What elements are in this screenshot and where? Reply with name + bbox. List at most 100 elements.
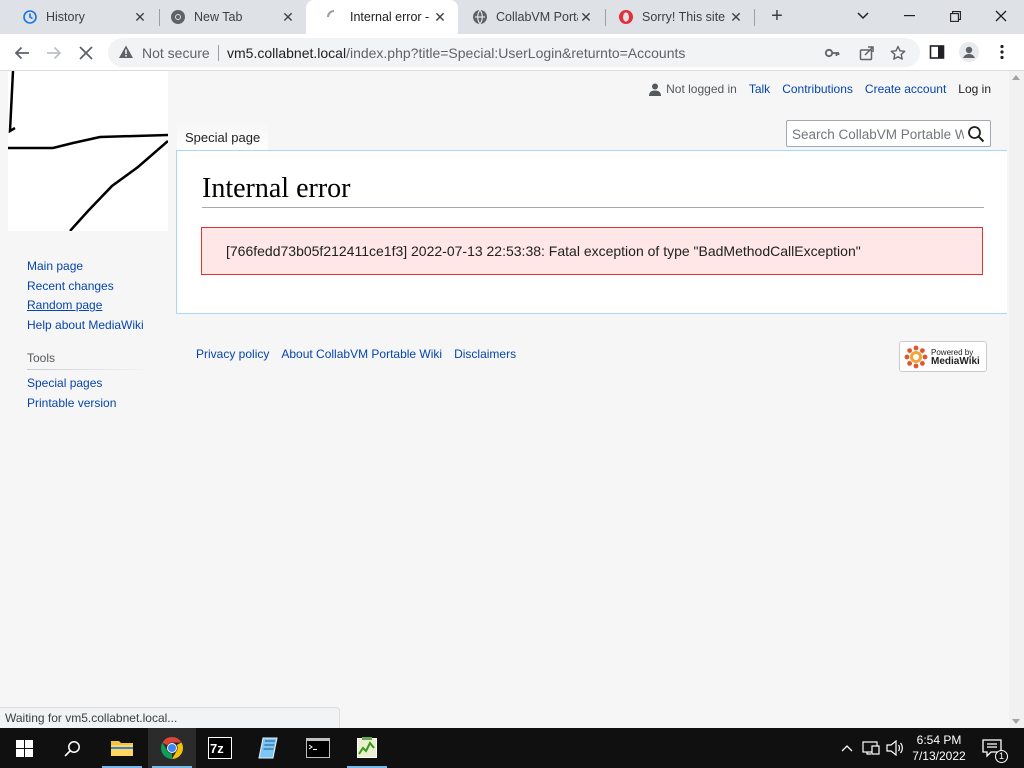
- windows-taskbar: 7z 6:54 PM 7/13/2022 1: [0, 728, 1024, 768]
- windows-logo-icon: [15, 739, 33, 757]
- tools-heading: Tools: [27, 351, 152, 370]
- taskbar-file-explorer[interactable]: [98, 728, 146, 768]
- new-tab-button[interactable]: +: [766, 5, 788, 27]
- search-button[interactable]: [48, 728, 96, 768]
- create-account-link[interactable]: Create account: [865, 82, 946, 96]
- sidebar-item-random-page[interactable]: Random page: [27, 296, 152, 316]
- error-message-box: [766fedd73b05f212411ce1f3] 2022-07-13 22…: [201, 227, 983, 275]
- notification-count-badge: 1: [995, 750, 1008, 763]
- volume-tray-icon[interactable]: [884, 728, 906, 768]
- powered-by-line2: MediaWiki: [931, 355, 980, 367]
- loading-icon: [326, 9, 342, 25]
- side-panel-icon[interactable]: [926, 41, 948, 63]
- tab-label: CollabVM Porta: [496, 10, 578, 24]
- user-icon: [649, 83, 662, 96]
- tab-label: History: [46, 10, 85, 24]
- sidebar-item-special-pages[interactable]: Special pages: [27, 374, 152, 394]
- wiki-logo[interactable]: [8, 71, 169, 232]
- close-icon[interactable]: ✕: [132, 9, 148, 25]
- clock-date: 7/13/2022: [912, 749, 966, 763]
- scrollbar[interactable]: [1009, 71, 1024, 728]
- folder-icon: [111, 741, 133, 756]
- web-page: Not logged in Talk Contributions Create …: [0, 71, 1024, 728]
- tab-search-button[interactable]: [840, 0, 886, 32]
- profile-avatar[interactable]: [958, 41, 980, 63]
- forward-button[interactable]: [41, 40, 67, 66]
- bookmark-star-icon[interactable]: [889, 44, 907, 62]
- url-host: vm5.collabnet.local: [227, 45, 347, 61]
- tab-special-page[interactable]: Special page: [177, 123, 269, 151]
- personal-tools: Not logged in Talk Contributions Create …: [637, 82, 991, 96]
- powered-by-text: Powered by MediaWiki: [931, 348, 980, 367]
- tab-internal-error[interactable]: Internal error - C ✕: [306, 0, 458, 34]
- sidebar-item-help[interactable]: Help about MediaWiki: [27, 316, 152, 336]
- wiki-search-box: [786, 120, 991, 147]
- terminal-icon: [306, 738, 330, 758]
- close-icon[interactable]: ✕: [728, 9, 744, 25]
- tab-separator: [754, 9, 755, 26]
- network-icon: [862, 741, 880, 755]
- browser-toolbar: Not secure vm5.collabnet.local/index.php…: [0, 34, 1024, 71]
- status-bubble: Waiting for vm5.collabnet.local...: [0, 707, 340, 728]
- not-logged-in-label: Not logged in: [666, 82, 737, 96]
- back-button[interactable]: [9, 40, 35, 66]
- chrome-icon: [170, 9, 186, 25]
- sidebar-item-main-page[interactable]: Main page: [27, 257, 152, 277]
- taskbar-chrome[interactable]: [148, 728, 196, 768]
- speaker-icon: [886, 740, 903, 756]
- scroll-down-arrow[interactable]: [1012, 719, 1020, 724]
- close-icon[interactable]: ✕: [432, 9, 448, 25]
- tab-label: Internal error - C: [350, 10, 432, 24]
- search-icon: [63, 740, 80, 757]
- mediawiki-flower-icon: [904, 345, 928, 368]
- share-icon[interactable]: [858, 44, 876, 62]
- close-icon[interactable]: ✕: [280, 9, 296, 25]
- stop-loading-button[interactable]: [73, 40, 99, 66]
- scroll-up-arrow[interactable]: [1012, 75, 1020, 80]
- tab-label: Sorry! This site: [642, 10, 726, 24]
- taskbar-clock[interactable]: 6:54 PM 7/13/2022: [905, 732, 973, 764]
- taskbar-notepad-app[interactable]: [245, 728, 293, 768]
- close-icon[interactable]: ✕: [578, 9, 594, 25]
- contributions-link[interactable]: Contributions: [782, 82, 853, 96]
- privacy-policy-link[interactable]: Privacy policy: [196, 347, 269, 361]
- talk-link[interactable]: Talk: [749, 82, 770, 96]
- close-window-button[interactable]: [978, 0, 1024, 32]
- tab-sorry-site[interactable]: Sorry! This site ✕: [598, 0, 754, 34]
- footer-links: Privacy policy About CollabVM Portable W…: [196, 347, 516, 361]
- restore-button[interactable]: [932, 0, 978, 32]
- taskbar-7zip[interactable]: 7z: [196, 728, 244, 768]
- taskbar-task-manager[interactable]: [343, 728, 391, 768]
- minimize-button[interactable]: [886, 0, 932, 32]
- tab-collabvm-portable[interactable]: CollabVM Porta ✕: [452, 0, 604, 34]
- sidebar: Main page Recent changes Random page Hel…: [27, 257, 152, 413]
- powered-by-mediawiki-badge[interactable]: Powered by MediaWiki: [899, 341, 987, 372]
- clock-time: 6:54 PM: [916, 733, 962, 747]
- tab-new-tab[interactable]: New Tab ✕: [150, 0, 306, 34]
- more-menu-icon[interactable]: [991, 41, 1013, 63]
- globe-icon: [472, 9, 488, 25]
- notebook-icon: [258, 737, 278, 759]
- network-tray-icon[interactable]: [860, 728, 882, 768]
- omnibox-separator: [218, 45, 219, 61]
- search-icon[interactable]: [967, 125, 985, 143]
- action-center-button[interactable]: 1: [978, 728, 1008, 768]
- key-icon[interactable]: [823, 44, 841, 62]
- security-label[interactable]: Not secure: [142, 45, 210, 61]
- show-hidden-icons-button[interactable]: [838, 728, 856, 768]
- tab-strip: History ✕ New Tab ✕ Internal error - C ✕…: [0, 0, 1024, 34]
- tab-history[interactable]: History ✕: [2, 0, 158, 34]
- warning-icon[interactable]: [118, 44, 134, 63]
- start-button[interactable]: [0, 728, 48, 768]
- page-title: Internal error: [202, 173, 984, 208]
- sidebar-item-recent-changes[interactable]: Recent changes: [27, 277, 152, 297]
- taskbar-command-prompt[interactable]: [294, 728, 342, 768]
- address-bar[interactable]: Not secure vm5.collabnet.local/index.php…: [108, 38, 920, 67]
- sidebar-item-printable-version[interactable]: Printable version: [27, 394, 152, 414]
- log-in-link[interactable]: Log in: [958, 82, 991, 96]
- search-input[interactable]: [792, 125, 964, 143]
- url-text[interactable]: vm5.collabnet.local/index.php?title=Spec…: [227, 45, 685, 61]
- opera-icon: [618, 9, 634, 25]
- about-link[interactable]: About CollabVM Portable Wiki: [281, 347, 442, 361]
- disclaimers-link[interactable]: Disclaimers: [454, 347, 516, 361]
